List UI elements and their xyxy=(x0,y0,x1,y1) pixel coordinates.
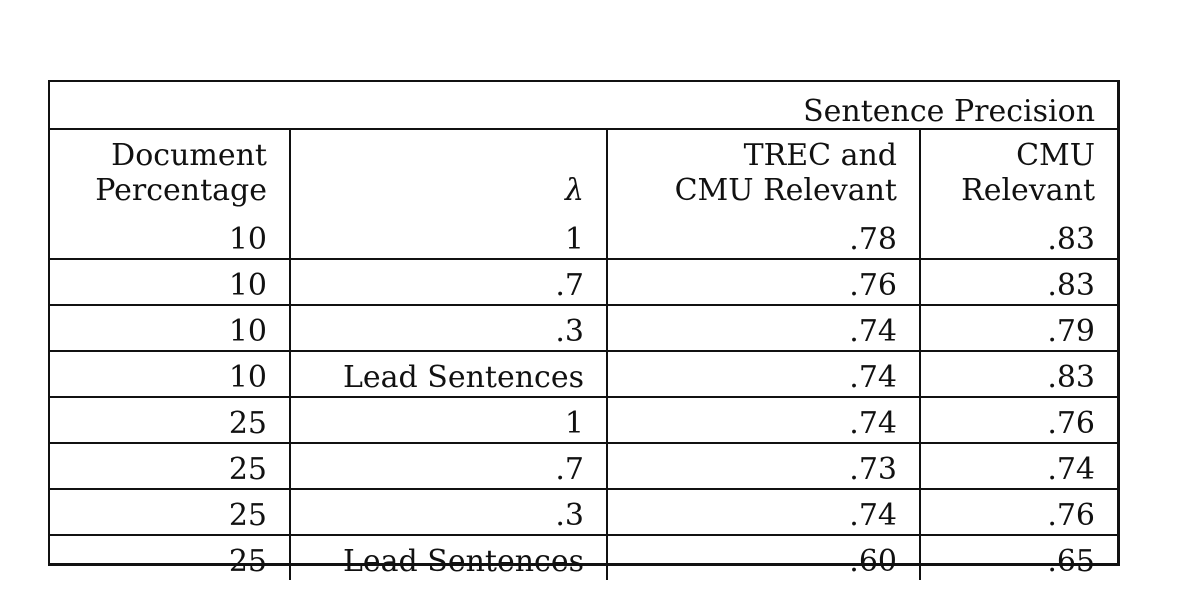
header-document-percentage-line2: Percentage xyxy=(95,172,267,208)
precision-table-frame: Sentence Precision Document Percentage λ… xyxy=(48,80,1120,580)
cell-document-percentage: 25 xyxy=(50,488,291,536)
cell-document-percentage: 25 xyxy=(50,534,291,580)
cell-document-percentage: 10 xyxy=(50,304,291,352)
header-cmu-relevant: CMU Relevant xyxy=(918,128,1118,214)
cell-trec-cmu-relevant: .60 xyxy=(606,534,921,580)
table-row: 10 1 .78 .83 xyxy=(50,214,1118,260)
header-lambda: λ xyxy=(289,128,608,214)
header-trec-cmu-relevant-line1: TREC and xyxy=(743,138,897,173)
cell-document-percentage: 25 xyxy=(50,442,291,490)
table-row: 25 1 .74 .76 xyxy=(50,396,1118,444)
header-document-percentage: Document Percentage xyxy=(50,128,291,214)
cell-trec-cmu-relevant: .74 xyxy=(606,396,921,444)
cell-cmu-relevant: .76 xyxy=(918,396,1118,444)
cell-lambda: 1 xyxy=(289,396,608,444)
table-row: 10 Lead Sentences .74 .83 xyxy=(50,350,1118,398)
cell-lambda: .3 xyxy=(289,488,608,536)
cell-lambda: .7 xyxy=(289,442,608,490)
cell-cmu-relevant: .79 xyxy=(918,304,1118,352)
cell-lambda: .7 xyxy=(289,258,608,306)
cell-cmu-relevant: .83 xyxy=(918,350,1118,398)
cell-cmu-relevant: .83 xyxy=(918,258,1118,306)
table-title: Sentence Precision xyxy=(50,82,1118,130)
header-lambda-symbol: λ xyxy=(564,172,584,208)
cell-lambda-lead-sentences: Lead Sentences xyxy=(289,534,608,580)
cell-trec-cmu-relevant: .74 xyxy=(606,304,921,352)
table-title-row: Sentence Precision xyxy=(50,82,1118,130)
cell-trec-cmu-relevant: .74 xyxy=(606,488,921,536)
cell-lambda: 1 xyxy=(289,214,608,260)
cell-cmu-relevant: .83 xyxy=(918,214,1118,260)
cell-document-percentage: 10 xyxy=(50,258,291,306)
cell-document-percentage: 10 xyxy=(50,214,291,260)
header-cmu-relevant-line1: CMU xyxy=(1016,138,1096,173)
header-trec-cmu-relevant: TREC and CMU Relevant xyxy=(606,128,921,214)
table-row: 10 .3 .74 .79 xyxy=(50,304,1118,352)
cell-cmu-relevant: .76 xyxy=(918,488,1118,536)
cell-trec-cmu-relevant: .78 xyxy=(606,214,921,260)
cell-lambda-lead-sentences: Lead Sentences xyxy=(289,350,608,398)
cell-cmu-relevant: .65 xyxy=(918,534,1118,580)
cell-document-percentage: 10 xyxy=(50,350,291,398)
cell-trec-cmu-relevant: .74 xyxy=(606,350,921,398)
table-row: 25 .3 .74 .76 xyxy=(50,488,1118,536)
header-trec-cmu-relevant-line2: CMU Relevant xyxy=(674,172,897,208)
table-header-row: Document Percentage λ TREC and CMU Relev… xyxy=(50,128,1118,214)
table-row: 10 .7 .76 .83 xyxy=(50,258,1118,306)
header-document-percentage-line1: Document xyxy=(111,138,267,173)
cell-document-percentage: 25 xyxy=(50,396,291,444)
cell-trec-cmu-relevant: .76 xyxy=(606,258,921,306)
cell-cmu-relevant: .74 xyxy=(918,442,1118,490)
table-row: 25 .7 .73 .74 xyxy=(50,442,1118,490)
cell-trec-cmu-relevant: .73 xyxy=(606,442,921,490)
table-row: 25 Lead Sentences .60 .65 xyxy=(50,534,1118,580)
sentence-precision-table: Sentence Precision Document Percentage λ… xyxy=(50,82,1118,580)
header-cmu-relevant-line2: Relevant xyxy=(961,172,1096,208)
cell-lambda: .3 xyxy=(289,304,608,352)
